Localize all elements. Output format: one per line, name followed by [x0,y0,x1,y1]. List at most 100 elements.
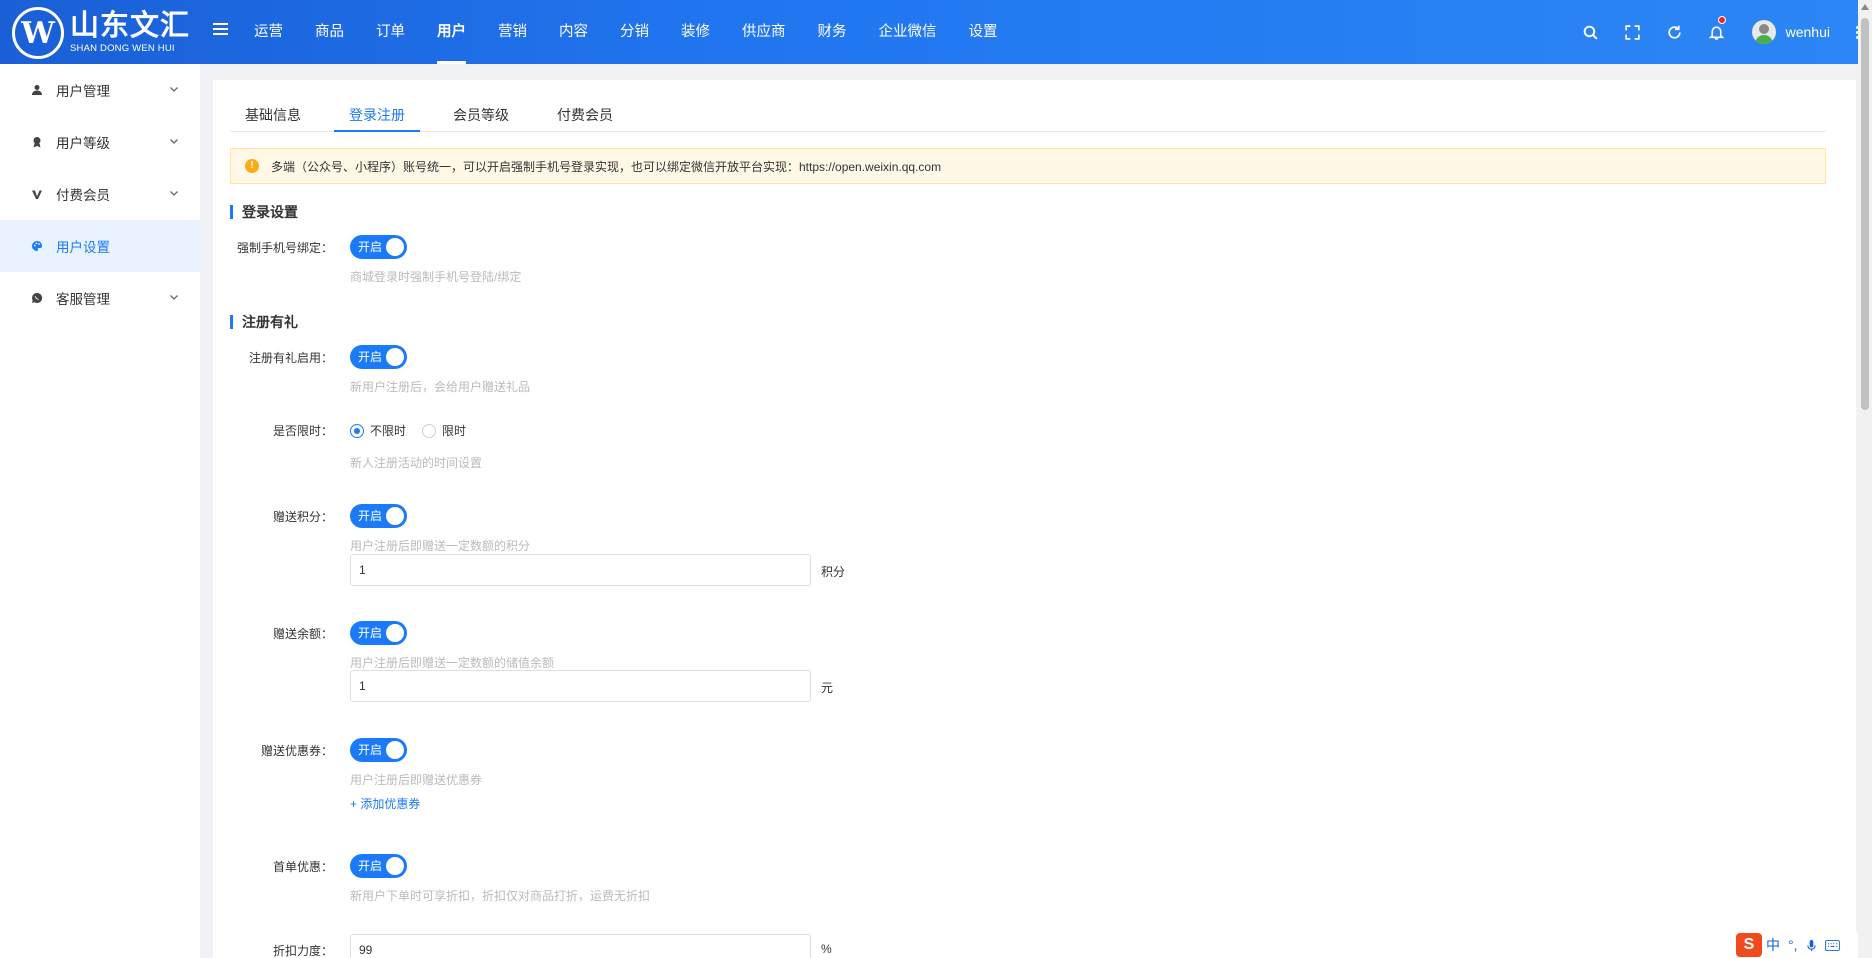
discount-input[interactable] [350,934,811,958]
time-limit-label: 是否限时： [272,424,333,438]
balance-label: 赠送余额： [272,627,333,641]
bell-icon[interactable] [1696,0,1738,64]
nav-item-marketing[interactable]: 营销 [482,0,543,64]
level-icon [30,135,44,149]
nav-item-decoration[interactable]: 装修 [665,0,726,64]
username: wenhui [1785,24,1830,40]
points-label: 赠送积分： [272,510,333,524]
radio-dot [422,423,437,438]
force-phone-label: 强制手机号绑定： [236,241,333,255]
first-order-label: 首单优惠： [272,860,333,874]
logo-mark: W [12,7,64,59]
tab-basic-info[interactable]: 基础信息 [230,98,316,131]
tab-paid-member[interactable]: 付费会员 [542,98,628,131]
points-unit: 积分 [821,565,846,579]
radio-unlimited[interactable]: 不限时 [350,422,406,439]
points-switch[interactable]: 开启 [350,504,407,528]
palette-icon [30,239,44,253]
vip-icon [30,187,44,201]
top-nav: 运营 商品 订单 用户 营销 内容 分销 装修 供应商 财务 企业微信 设置 [238,0,1014,64]
add-coupon-link[interactable]: + 添加优惠券 [350,795,420,812]
alert-text: 多端（公众号、小程序）账号统一，可以开启强制手机号登录实现，也可以绑定微信开放平… [271,159,942,174]
sidebar-item-paid-member[interactable]: 付费会员 [0,168,200,220]
register-enable-switch[interactable]: 开启 [350,345,407,369]
ime-lang-toggle[interactable]: 中 [1766,935,1780,955]
section-title-login: 登录设置 [230,205,298,219]
sidebar-item-user-settings[interactable]: 用户设置 [0,220,200,272]
notification-badge [1717,16,1726,24]
search-icon[interactable] [1570,0,1612,64]
refresh-icon[interactable] [1654,0,1696,64]
microphone-icon[interactable] [1806,939,1817,952]
balance-input[interactable] [350,670,811,702]
coupon-label: 赠送优惠券： [260,744,333,758]
nav-item-content[interactable]: 内容 [543,0,604,64]
balance-unit: 元 [821,681,834,695]
avatar [1751,20,1776,44]
sidebar-item-user-management[interactable]: 用户管理 [0,64,200,116]
sidebar-item-label: 付费会员 [56,188,110,203]
register-enable-help: 新用户注册后，会给用户赠送礼品 [350,380,531,394]
first-order-help: 新用户下单时可享折扣，折扣仅对商品打折，运费无折扣 [350,889,651,903]
radio-dot [350,423,364,438]
points-input[interactable] [350,554,811,586]
tab-member-level[interactable]: 会员等级 [438,98,524,131]
user-icon [30,83,44,97]
nav-item-products[interactable]: 商品 [299,0,360,64]
time-limit-radio-group: 不限时 限时 [350,422,482,439]
brand-logo[interactable]: W 山东文汇 SHAN DONG WEN HUI [12,7,190,59]
tab-login-register[interactable]: 登录注册 [334,98,420,132]
chevron-down-icon [170,295,178,300]
coupon-switch[interactable]: 开启 [350,738,407,762]
fullscreen-icon[interactable] [1612,0,1654,64]
sidebar-item-label: 客服管理 [56,292,110,307]
ime-punctuation-toggle[interactable]: °, [1788,937,1798,953]
radio-limited[interactable]: 限时 [422,422,466,439]
scroll-thumb[interactable] [1861,18,1869,410]
logo-name-cn: 山东文汇 [70,10,191,43]
force-phone-switch[interactable]: 开启 [350,235,407,259]
points-help: 用户注册后即赠送一定数额的积分 [350,539,531,553]
scroll-up-icon[interactable] [1861,4,1869,10]
discount-unit: % [821,942,832,956]
warning-icon [245,159,259,173]
radio-label: 不限时 [370,424,407,438]
discount-label: 折扣力度： [272,944,333,958]
section-title-register: 注册有礼 [230,315,298,329]
keyboard-icon[interactable] [1824,939,1840,951]
radio-label: 限时 [442,424,467,438]
ime-logo-icon: S [1736,933,1762,957]
sidebar-item-customer-service[interactable]: 客服管理 [0,272,200,324]
main-content: 基础信息 登录注册 会员等级 付费会员 多端（公众号、小程序）账号统一，可以开启… [213,80,1856,958]
balance-switch[interactable]: 开启 [350,621,407,645]
sidebar: 用户管理 用户等级 付费会员 用户设置 客服管理 [0,64,200,958]
nav-item-distribution[interactable]: 分销 [604,0,665,64]
sidebar-item-label: 用户等级 [56,136,110,151]
nav-item-suppliers[interactable]: 供应商 [726,0,802,64]
nav-item-operations[interactable]: 运营 [238,0,299,64]
coupon-help: 用户注册后即赠送优惠券 [350,773,483,787]
sidebar-item-label: 用户管理 [56,84,110,99]
top-header: W 山东文汇 SHAN DONG WEN HUI 运营 商品 订单 用户 营销 … [0,0,1872,64]
menu-toggle-icon[interactable] [213,23,228,37]
force-phone-help: 商城登录时强制手机号登陆/绑定 [350,270,522,284]
nav-item-users[interactable]: 用户 [421,0,482,64]
sidebar-item-user-level[interactable]: 用户等级 [0,116,200,168]
balance-help: 用户注册后即赠送一定数额的储值余额 [350,656,555,670]
chevron-down-icon [170,191,178,196]
sidebar-item-label: 用户设置 [56,240,110,255]
nav-item-wecom[interactable]: 企业微信 [863,0,953,64]
nav-item-finance[interactable]: 财务 [802,0,863,64]
nav-item-settings[interactable]: 设置 [953,0,1014,64]
register-enable-label: 注册有礼启用： [248,351,333,365]
chevron-down-icon [170,87,178,92]
nav-item-orders[interactable]: 订单 [360,0,421,64]
chevron-down-icon [170,139,178,144]
first-order-switch[interactable]: 开启 [350,854,407,878]
logo-text: 山东文汇 SHAN DONG WEN HUI [70,12,190,54]
chat-icon [30,291,44,305]
page-scrollbar[interactable] [1858,0,1872,958]
ime-toolbar[interactable]: S 中 °, [1736,932,1858,958]
user-menu[interactable]: wenhui [1751,20,1830,44]
info-alert: 多端（公众号、小程序）账号统一，可以开启强制手机号登录实现，也可以绑定微信开放平… [230,148,1826,184]
